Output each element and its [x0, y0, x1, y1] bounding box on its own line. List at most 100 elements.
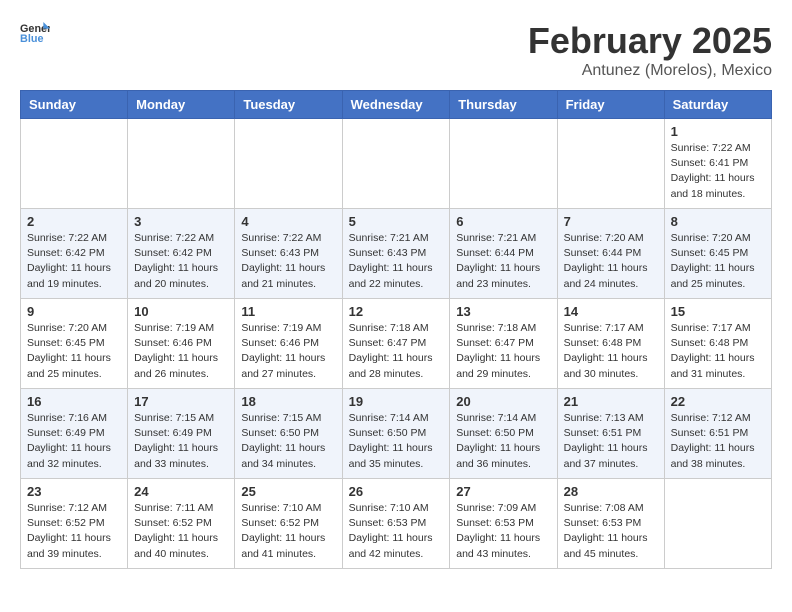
- table-row: 13 Sunrise: 7:18 AM Sunset: 6:47 PM Dayli…: [450, 299, 557, 389]
- day-info: Sunrise: 7:11 AM Sunset: 6:52 PM Dayligh…: [134, 501, 228, 562]
- day-info: Sunrise: 7:14 AM Sunset: 6:50 PM Dayligh…: [349, 411, 444, 472]
- logo: General Blue: [20, 20, 50, 44]
- table-row: 23 Sunrise: 7:12 AM Sunset: 6:52 PM Dayli…: [21, 479, 128, 569]
- day-number: 19: [349, 394, 444, 409]
- day-number: 18: [241, 394, 335, 409]
- table-row: 9 Sunrise: 7:20 AM Sunset: 6:45 PM Daylig…: [21, 299, 128, 389]
- day-number: 25: [241, 484, 335, 499]
- header-tuesday: Tuesday: [235, 91, 342, 119]
- table-row: 17Sunrise: 7:15 AM Sunset: 6:49 PM Dayli…: [128, 389, 235, 479]
- day-info: Sunrise: 7:19 AM Sunset: 6:46 PM Dayligh…: [241, 321, 335, 382]
- table-row: 28Sunrise: 7:08 AM Sunset: 6:53 PM Dayli…: [557, 479, 664, 569]
- week-row-1: 1Sunrise: 7:22 AM Sunset: 6:41 PM Daylig…: [21, 119, 772, 209]
- table-row: [664, 479, 771, 569]
- day-number: 2: [27, 214, 121, 229]
- day-info: Sunrise: 7:19 AM Sunset: 6:46 PM Dayligh…: [134, 321, 228, 382]
- day-info: Sunrise: 7:14 AM Sunset: 6:50 PM Dayligh…: [456, 411, 550, 472]
- day-info: Sunrise: 7:22 AM Sunset: 6:43 PM Dayligh…: [241, 231, 335, 292]
- day-info: Sunrise: 7:17 AM Sunset: 6:48 PM Dayligh…: [671, 321, 765, 382]
- day-number: 3: [134, 214, 228, 229]
- table-row: 6 Sunrise: 7:21 AM Sunset: 6:44 PM Daylig…: [450, 209, 557, 299]
- table-row: 16 Sunrise: 7:16 AM Sunset: 6:49 PM Dayli…: [21, 389, 128, 479]
- day-number: 21: [564, 394, 658, 409]
- day-number: 5: [349, 214, 444, 229]
- day-info: Sunrise: 7:22 AM Sunset: 6:42 PM Dayligh…: [27, 231, 121, 292]
- day-number: 24: [134, 484, 228, 499]
- day-number: 28: [564, 484, 658, 499]
- day-info: Sunrise: 7:22 AM Sunset: 6:41 PM Dayligh…: [671, 141, 765, 202]
- table-row: 4 Sunrise: 7:22 AM Sunset: 6:43 PM Daylig…: [235, 209, 342, 299]
- location-subtitle: Antunez (Morelos), Mexico: [528, 62, 772, 80]
- table-row: 8 Sunrise: 7:20 AM Sunset: 6:45 PM Daylig…: [664, 209, 771, 299]
- day-number: 27: [456, 484, 550, 499]
- day-number: 8: [671, 214, 765, 229]
- table-row: [450, 119, 557, 209]
- day-number: 23: [27, 484, 121, 499]
- logo-icon: General Blue: [20, 20, 50, 44]
- table-row: 2 Sunrise: 7:22 AM Sunset: 6:42 PM Daylig…: [21, 209, 128, 299]
- table-row: [128, 119, 235, 209]
- day-number: 14: [564, 304, 658, 319]
- day-number: 26: [349, 484, 444, 499]
- header-sunday: Sunday: [21, 91, 128, 119]
- week-row-5: 23 Sunrise: 7:12 AM Sunset: 6:52 PM Dayli…: [21, 479, 772, 569]
- table-row: 25 Sunrise: 7:10 AM Sunset: 6:52 PM Dayli…: [235, 479, 342, 569]
- svg-text:Blue: Blue: [20, 33, 43, 44]
- week-row-3: 9 Sunrise: 7:20 AM Sunset: 6:45 PM Daylig…: [21, 299, 772, 389]
- day-number: 10: [134, 304, 228, 319]
- day-info: Sunrise: 7:20 AM Sunset: 6:44 PM Dayligh…: [564, 231, 658, 292]
- day-number: 6: [456, 214, 550, 229]
- day-info: Sunrise: 7:13 AM Sunset: 6:51 PM Dayligh…: [564, 411, 658, 472]
- header-monday: Monday: [128, 91, 235, 119]
- table-row: 26 Sunrise: 7:10 AM Sunset: 6:53 PM Dayli…: [342, 479, 450, 569]
- header-area: General Blue February 2025 Antunez (More…: [20, 20, 772, 80]
- day-info: Sunrise: 7:15 AM Sunset: 6:50 PM Dayligh…: [241, 411, 335, 472]
- day-number: 16: [27, 394, 121, 409]
- month-title: February 2025: [528, 20, 772, 62]
- table-row: [342, 119, 450, 209]
- header-saturday: Saturday: [664, 91, 771, 119]
- day-info: Sunrise: 7:20 AM Sunset: 6:45 PM Dayligh…: [671, 231, 765, 292]
- day-number: 17: [134, 394, 228, 409]
- day-number: 13: [456, 304, 550, 319]
- day-info: Sunrise: 7:18 AM Sunset: 6:47 PM Dayligh…: [456, 321, 550, 382]
- header-wednesday: Wednesday: [342, 91, 450, 119]
- day-info: Sunrise: 7:21 AM Sunset: 6:43 PM Dayligh…: [349, 231, 444, 292]
- table-row: 27 Sunrise: 7:09 AM Sunset: 6:53 PM Dayli…: [450, 479, 557, 569]
- day-number: 7: [564, 214, 658, 229]
- table-row: 24 Sunrise: 7:11 AM Sunset: 6:52 PM Dayli…: [128, 479, 235, 569]
- table-row: 20Sunrise: 7:14 AM Sunset: 6:50 PM Dayli…: [450, 389, 557, 479]
- day-info: Sunrise: 7:09 AM Sunset: 6:53 PM Dayligh…: [456, 501, 550, 562]
- table-row: 18 Sunrise: 7:15 AM Sunset: 6:50 PM Dayli…: [235, 389, 342, 479]
- day-number: 22: [671, 394, 765, 409]
- table-row: 15 Sunrise: 7:17 AM Sunset: 6:48 PM Dayli…: [664, 299, 771, 389]
- day-info: Sunrise: 7:22 AM Sunset: 6:42 PM Dayligh…: [134, 231, 228, 292]
- day-info: Sunrise: 7:18 AM Sunset: 6:47 PM Dayligh…: [349, 321, 444, 382]
- title-area: February 2025 Antunez (Morelos), Mexico: [528, 20, 772, 80]
- weekday-header-row: Sunday Monday Tuesday Wednesday Thursday…: [21, 91, 772, 119]
- day-info: Sunrise: 7:10 AM Sunset: 6:52 PM Dayligh…: [241, 501, 335, 562]
- table-row: [21, 119, 128, 209]
- table-row: 19 Sunrise: 7:14 AM Sunset: 6:50 PM Dayli…: [342, 389, 450, 479]
- day-info: Sunrise: 7:16 AM Sunset: 6:49 PM Dayligh…: [27, 411, 121, 472]
- day-number: 12: [349, 304, 444, 319]
- table-row: 22Sunrise: 7:12 AM Sunset: 6:51 PM Dayli…: [664, 389, 771, 479]
- day-number: 11: [241, 304, 335, 319]
- table-row: 14Sunrise: 7:17 AM Sunset: 6:48 PM Dayli…: [557, 299, 664, 389]
- table-row: 5 Sunrise: 7:21 AM Sunset: 6:43 PM Daylig…: [342, 209, 450, 299]
- table-row: 1Sunrise: 7:22 AM Sunset: 6:41 PM Daylig…: [664, 119, 771, 209]
- day-number: 15: [671, 304, 765, 319]
- day-info: Sunrise: 7:21 AM Sunset: 6:44 PM Dayligh…: [456, 231, 550, 292]
- table-row: [557, 119, 664, 209]
- table-row: [235, 119, 342, 209]
- calendar-table: Sunday Monday Tuesday Wednesday Thursday…: [20, 90, 772, 569]
- table-row: 11 Sunrise: 7:19 AM Sunset: 6:46 PM Dayli…: [235, 299, 342, 389]
- header-thursday: Thursday: [450, 91, 557, 119]
- day-info: Sunrise: 7:12 AM Sunset: 6:52 PM Dayligh…: [27, 501, 121, 562]
- day-info: Sunrise: 7:20 AM Sunset: 6:45 PM Dayligh…: [27, 321, 121, 382]
- day-number: 9: [27, 304, 121, 319]
- table-row: 7 Sunrise: 7:20 AM Sunset: 6:44 PM Daylig…: [557, 209, 664, 299]
- day-info: Sunrise: 7:10 AM Sunset: 6:53 PM Dayligh…: [349, 501, 444, 562]
- day-number: 4: [241, 214, 335, 229]
- table-row: 10 Sunrise: 7:19 AM Sunset: 6:46 PM Dayli…: [128, 299, 235, 389]
